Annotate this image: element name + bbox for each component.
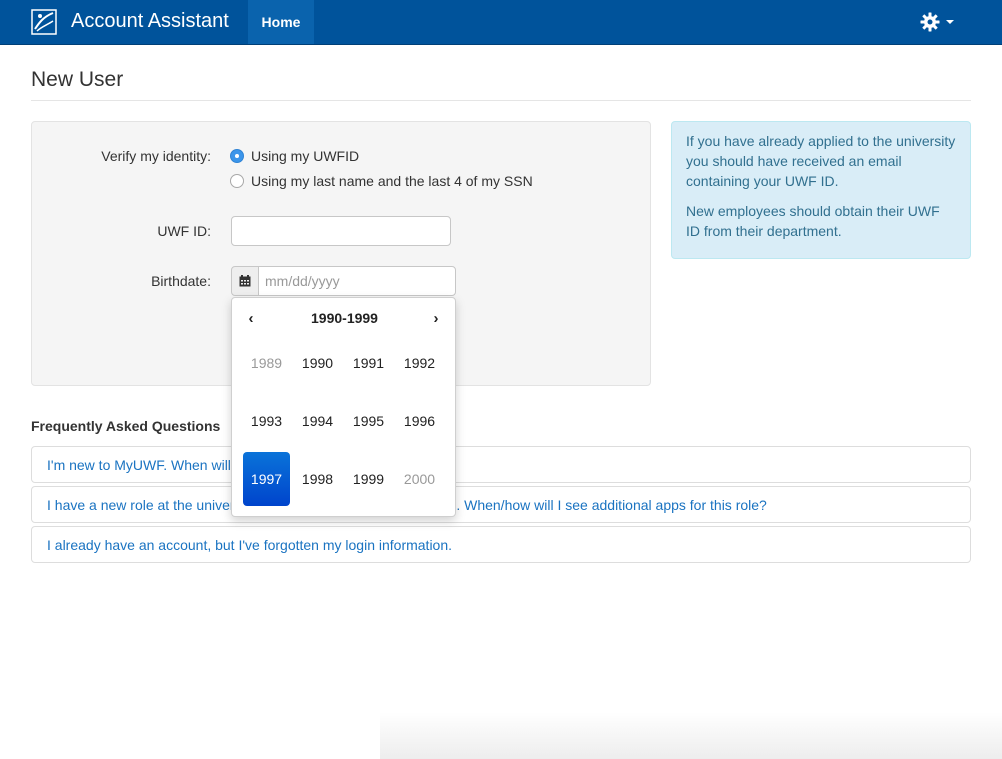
info-alert: If you have already applied to the unive…: [671, 121, 971, 259]
radio-button[interactable]: [230, 174, 244, 188]
datepicker-year[interactable]: 1991: [345, 336, 392, 390]
top-navbar: Account Assistant Home: [0, 0, 1002, 45]
calendar-button[interactable]: [231, 266, 259, 296]
radio-option-ssn[interactable]: Using my last name and the last 4 of my …: [230, 173, 533, 189]
calendar-icon: [239, 275, 251, 287]
verify-identity-label: Verify my identity:: [101, 148, 211, 164]
datepicker-year[interactable]: 1996: [396, 394, 443, 448]
faq-item-new-role[interactable]: I have a new role at the university (e.g…: [31, 486, 971, 523]
birthdate-label: Birthdate:: [151, 273, 211, 289]
datepicker-year[interactable]: 2000: [396, 452, 443, 506]
datepicker-year[interactable]: 1995: [345, 394, 392, 448]
info-paragraph-1: If you have already applied to the unive…: [686, 133, 956, 189]
datepicker-year-selected[interactable]: 1997: [243, 452, 290, 506]
datepicker-year[interactable]: 1994: [294, 394, 341, 448]
uwf-id-input[interactable]: [231, 216, 451, 246]
chevron-down-icon: [946, 20, 954, 24]
brand-title[interactable]: Account Assistant: [71, 9, 229, 33]
datepicker-prev-button[interactable]: ‹: [238, 307, 264, 329]
nav-home-tab[interactable]: Home: [248, 0, 314, 44]
year-datepicker: ‹ 1990-1999 › 1989 1990 1991 1992 1993 1…: [231, 297, 456, 517]
faq-item-forgot-login[interactable]: I already have an account, but I've forg…: [31, 526, 971, 563]
datepicker-year[interactable]: 1998: [294, 452, 341, 506]
window-edge-shadow: [380, 712, 1002, 759]
birthdate-input[interactable]: mm/dd/yyyy: [258, 266, 456, 296]
settings-menu[interactable]: [920, 11, 960, 33]
radio-button[interactable]: [230, 149, 244, 163]
datepicker-year[interactable]: 1990: [294, 336, 341, 390]
info-paragraph-2: New employees should obtain their UWF ID…: [686, 203, 940, 239]
faq-heading: Frequently Asked Questions: [31, 418, 221, 434]
datepicker-next-button[interactable]: ›: [423, 307, 449, 329]
page-title: New User: [31, 68, 124, 91]
datepicker-year[interactable]: 1992: [396, 336, 443, 390]
datepicker-decade-title[interactable]: 1990-1999: [272, 307, 417, 329]
radio-label: Using my UWFID: [251, 148, 360, 164]
title-divider: [31, 100, 971, 101]
uwf-id-label: UWF ID:: [157, 223, 211, 239]
radio-label: Using my last name and the last 4 of my …: [251, 173, 533, 189]
radio-option-uwfid[interactable]: Using my UWFID: [230, 148, 359, 164]
faq-item-new-to-myuwf[interactable]: I'm new to MyUWF. When will I see my app…: [31, 446, 971, 483]
uwf-logo-icon[interactable]: [31, 9, 57, 35]
gear-icon: [920, 12, 940, 32]
datepicker-year[interactable]: 1993: [243, 394, 290, 448]
datepicker-year[interactable]: 1999: [345, 452, 392, 506]
datepicker-year[interactable]: 1989: [243, 336, 290, 390]
